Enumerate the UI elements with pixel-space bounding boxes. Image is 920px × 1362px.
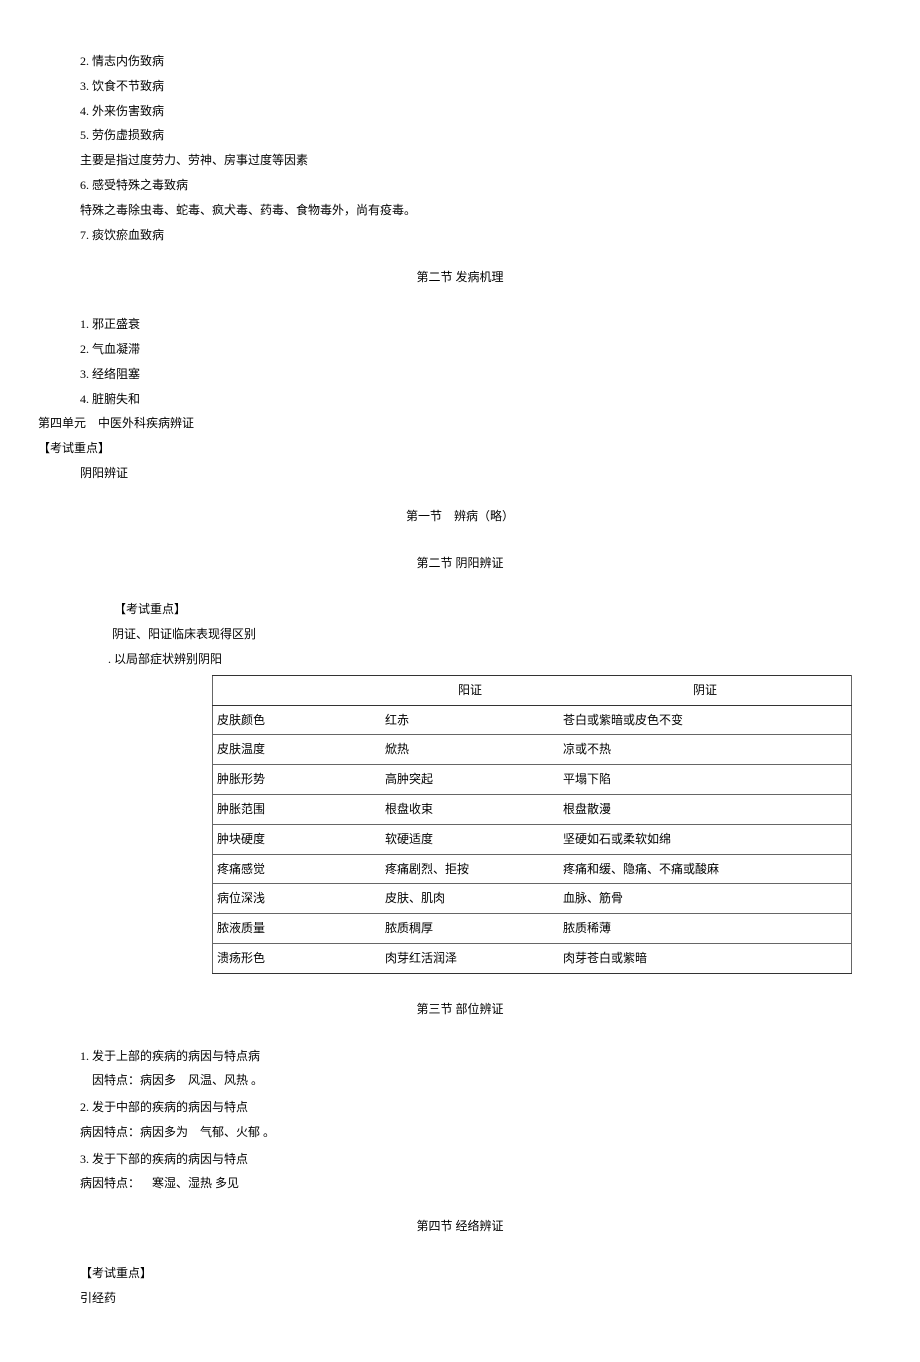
table-cell: 肿胀形势 [213,765,382,795]
table-cell: 血脉、筋骨 [559,884,852,914]
table-cell: 坚硬如石或柔软如绵 [559,824,852,854]
table-cell: 脓质稀薄 [559,914,852,944]
exam-key-label: 【考试重点】 [114,598,890,621]
table-cell: 肉芽苍白或紫暗 [559,943,852,973]
unit-heading: 第四单元 中医外科疾病辨证 [38,412,890,435]
section-heading: 第四节 经络辨证 [30,1215,890,1238]
exam-key-desc: 阴证、阳证临床表现得区别 [112,623,890,646]
table-cell: 疼痛和缓、隐痛、不痛或酸麻 [559,854,852,884]
list-item: 3. 经络阻塞 [80,363,890,386]
table-cell: 根盘散漫 [559,794,852,824]
list-item: 6. 感受特殊之毒致病 [80,174,890,197]
table-row: 肿胀范围根盘收束根盘散漫 [213,794,852,824]
table-cell: 脓质稠厚 [381,914,559,944]
table-cell: 红赤 [381,705,559,735]
table-row: 溃疡形色肉芽红活润泽肉芽苍白或紫暗 [213,943,852,973]
table-cell: 皮肤温度 [213,735,382,765]
table-cell: 苍白或紫暗或皮色不变 [559,705,852,735]
list-item: 7. 痰饮瘀血致病 [80,224,890,247]
list-item: 4. 外来伤害致病 [80,100,890,123]
table-row: 脓液质量脓质稠厚脓质稀薄 [213,914,852,944]
table-cell: 疼痛剧烈、拒按 [381,854,559,884]
table-row: 疼痛感觉疼痛剧烈、拒按疼痛和缓、隐痛、不痛或酸麻 [213,854,852,884]
table-header-row: 阳证 阴证 [213,675,852,705]
paragraph: 特殊之毒除虫毒、蛇毒、疯犬毒、药毒、食物毒外，尚有疫毒。 [80,199,890,222]
table-cell: 疼痛感觉 [213,854,382,884]
table-row: 肿胀形势高肿突起平塌下陷 [213,765,852,795]
paragraph: 因特点：病因多 风温、风热 。 [80,1069,890,1092]
paragraph: 主要是指过度劳力、劳神、房事过度等因素 [80,149,890,172]
table-cell: 焮热 [381,735,559,765]
table-cell: 肉芽红活润泽 [381,943,559,973]
table-header-cell: 阴证 [559,675,852,705]
table-row: 皮肤颜色红赤苍白或紫暗或皮色不变 [213,705,852,735]
table-cell: 肿胀范围 [213,794,382,824]
list-item: 3. 饮食不节致病 [80,75,890,98]
list-item: 2. 气血凝滞 [80,338,890,361]
comparison-table: 阳证 阴证 皮肤颜色红赤苍白或紫暗或皮色不变皮肤温度焮热凉或不热肿胀形势高肿突起… [212,675,852,974]
table-header-cell: 阳证 [381,675,559,705]
table-row: 肿块硬度软硬适度坚硬如石或柔软如绵 [213,824,852,854]
table-cell: 脓液质量 [213,914,382,944]
table-cell: 根盘收束 [381,794,559,824]
table-row: 病位深浅皮肤、肌肉血脉、筋骨 [213,884,852,914]
table-row: 皮肤温度焮热凉或不热 [213,735,852,765]
table-cell: 病位深浅 [213,884,382,914]
table-cell: 软硬适度 [381,824,559,854]
list-item: 3. 发于下部的疾病的病因与特点 [80,1148,890,1171]
table-header-cell [213,675,382,705]
exam-key-label: 【考试重点】 [80,1262,890,1285]
paragraph: 病因特点： 寒湿、湿热 多见 [80,1172,890,1195]
section-heading: 第一节 辨病（略） [30,505,890,528]
exam-key-item: 阴阳辨证 [80,462,890,485]
section-heading: 第二节 阴阳辨证 [30,552,890,575]
table-cell: 皮肤、肌肉 [381,884,559,914]
table-cell: 平塌下陷 [559,765,852,795]
paragraph: 病因特点：病因多为 气郁、火郁 。 [80,1121,890,1144]
table-cell: 凉或不热 [559,735,852,765]
paragraph: . 以局部症状辨别阴阳 [108,648,890,671]
exam-key-label: 【考试重点】 [38,437,890,460]
list-item: 1. 邪正盛衰 [80,313,890,336]
table-cell: 溃疡形色 [213,943,382,973]
table-cell: 高肿突起 [381,765,559,795]
list-item: 2. 情志内伤致病 [80,50,890,73]
table-cell: 皮肤颜色 [213,705,382,735]
exam-key-desc: 引经药 [80,1287,890,1310]
section-heading: 第二节 发病机理 [30,266,890,289]
section-heading: 第三节 部位辨证 [30,998,890,1021]
list-item: 1. 发于上部的疾病的病因与特点病 [80,1045,890,1068]
list-item: 5. 劳伤虚损致病 [80,124,890,147]
list-item: 4. 脏腑失和 [80,388,890,411]
table-cell: 肿块硬度 [213,824,382,854]
list-item: 2. 发于中部的疾病的病因与特点 [80,1096,890,1119]
